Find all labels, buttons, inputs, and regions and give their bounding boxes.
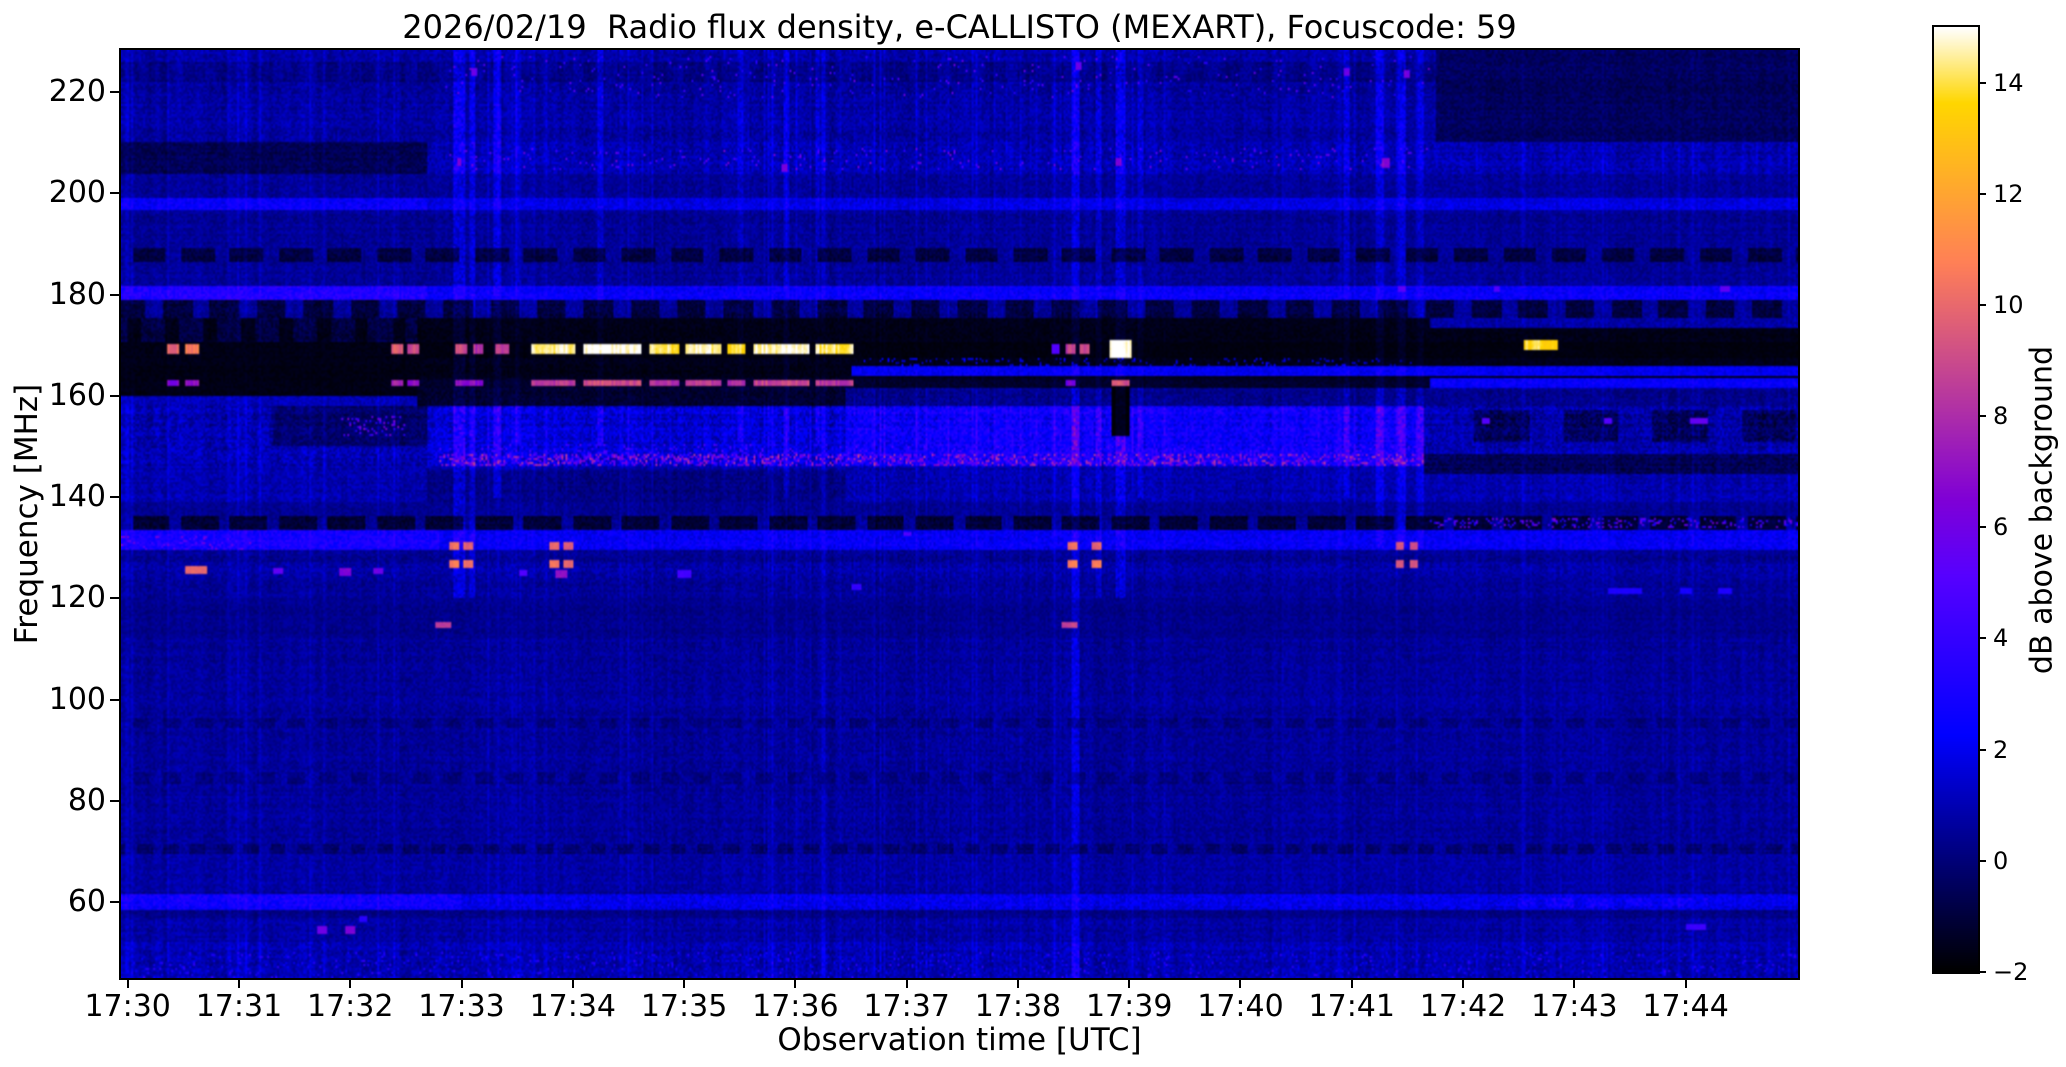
colorbar-tick-mark (1978, 81, 1986, 84)
y-tick-label: 180 (48, 276, 106, 312)
colorbar (1932, 25, 1980, 974)
y-tick-label: 100 (48, 681, 106, 717)
colorbar-tick-label: 12 (1993, 179, 2024, 208)
x-tick-mark (1128, 978, 1131, 988)
y-tick-label: 200 (48, 175, 106, 211)
colorbar-canvas (1934, 27, 1978, 972)
colorbar-tick-label: 10 (1993, 290, 2024, 319)
colorbar-title: dB above background (2024, 345, 2060, 675)
y-tick-label: 80 (67, 782, 106, 818)
x-tick-mark (1573, 978, 1576, 988)
spectrogram-canvas[interactable] (121, 50, 1798, 978)
colorbar-tick-label: 8 (1993, 402, 2009, 431)
x-tick-mark (683, 978, 686, 988)
x-tick-mark (460, 978, 463, 988)
y-tick-mark (110, 192, 121, 195)
x-tick-mark (237, 978, 240, 988)
chart-title: 2026/02/19 Radio flux density, e-CALLIST… (402, 8, 1517, 46)
colorbar-tick-label: 2 (1993, 735, 2009, 764)
x-tick-mark (1239, 978, 1242, 988)
colorbar-tick-mark (1978, 415, 1986, 418)
x-tick-mark (1684, 978, 1687, 988)
x-axis-title: Observation time [UTC] (777, 1022, 1142, 1058)
colorbar-tick-mark (1978, 859, 1986, 862)
x-tick-mark (1462, 978, 1465, 988)
y-tick-mark (110, 91, 121, 94)
y-tick-label: 140 (48, 479, 106, 515)
x-tick-mark (349, 978, 352, 988)
colorbar-tick-mark (1978, 971, 1986, 973)
y-tick-mark (110, 496, 121, 499)
spectrogram-plot-area[interactable] (119, 48, 1800, 980)
spectrogram-figure: 2026/02/19 Radio flux density, e-CALLIST… (0, 0, 2066, 1067)
x-tick-label: 17:44 (1642, 989, 1729, 1024)
x-tick-mark (1016, 978, 1019, 988)
y-tick-label: 160 (48, 377, 106, 413)
colorbar-tick-label: 4 (1993, 624, 2009, 653)
colorbar-tick-mark (1978, 526, 1986, 529)
colorbar-tick-label: 6 (1993, 513, 2009, 542)
y-tick-mark (110, 394, 121, 397)
colorbar-tick-label: −2 (1993, 958, 2029, 986)
colorbar-tick-mark (1978, 637, 1986, 640)
y-tick-mark (110, 698, 121, 701)
y-tick-mark (110, 597, 121, 600)
colorbar-tick-label: 0 (1993, 846, 2009, 875)
colorbar-tick-mark (1978, 192, 1986, 195)
x-tick-mark (1350, 978, 1353, 988)
colorbar-tick-mark (1978, 303, 1986, 306)
y-tick-mark (110, 293, 121, 296)
x-tick-mark (126, 978, 129, 988)
x-tick-mark (571, 978, 574, 988)
x-tick-mark (905, 978, 908, 988)
x-tick-mark (794, 978, 797, 988)
y-tick-mark (110, 901, 121, 904)
y-tick-mark (110, 799, 121, 802)
colorbar-tick-mark (1978, 748, 1986, 751)
colorbar-tick-label: 14 (1993, 68, 2024, 97)
y-tick-label: 60 (67, 884, 106, 920)
y-tick-label: 220 (48, 74, 106, 110)
y-tick-label: 120 (48, 580, 106, 616)
